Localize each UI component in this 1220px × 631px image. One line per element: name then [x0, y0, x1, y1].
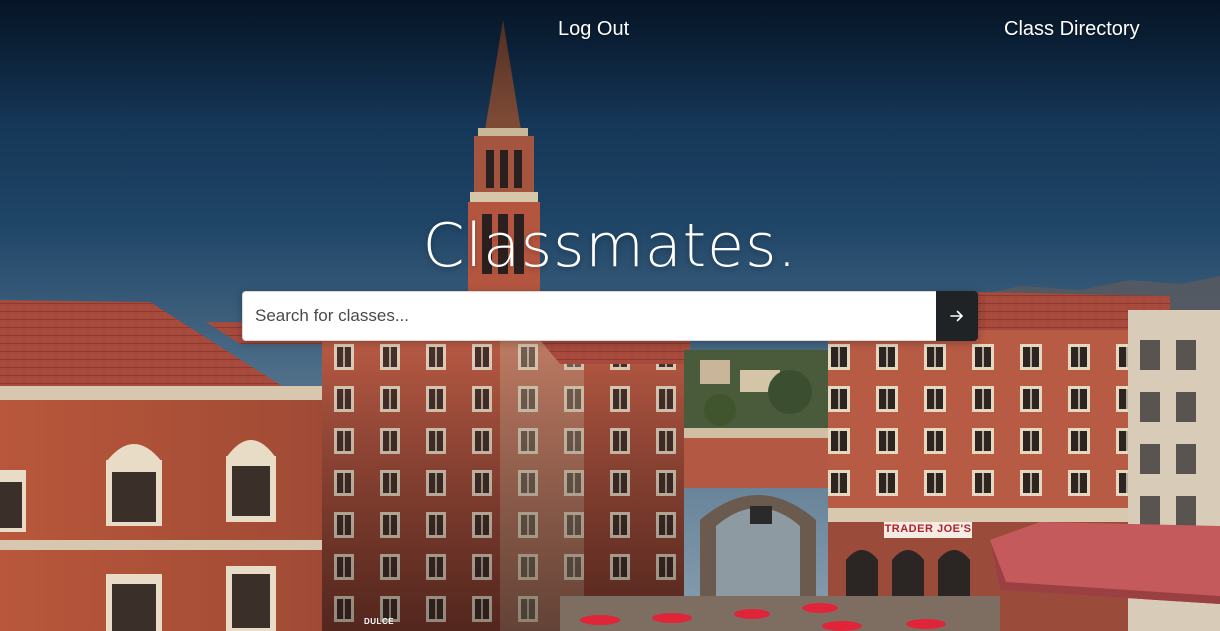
search-form [242, 291, 978, 341]
storefront-sign: DULCE [364, 617, 395, 626]
app-title: Classmates. [422, 211, 798, 281]
search-submit-button[interactable] [936, 291, 978, 341]
arrow-right-icon [950, 309, 964, 323]
store-sign: TRADER JOE'S [884, 523, 972, 535]
class-directory-link[interactable]: Class Directory [1004, 16, 1140, 42]
search-input[interactable] [242, 291, 936, 341]
logout-link[interactable]: Log Out [558, 16, 629, 42]
